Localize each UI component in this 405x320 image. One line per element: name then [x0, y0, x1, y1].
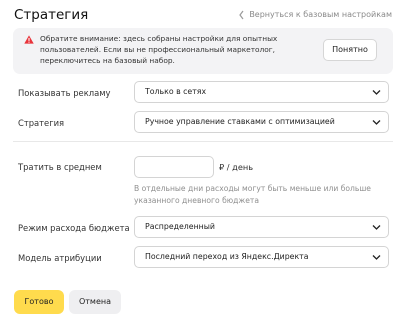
budget-hint: В отдельные дни расходы могут быть меньш… — [134, 184, 371, 205]
show-ads-label: Показывать рекламу — [18, 88, 111, 98]
chevron-down-icon — [372, 90, 381, 95]
strategy-value: Ручное управление ставками с оптимизацие… — [145, 117, 335, 126]
warning-icon — [24, 35, 34, 44]
show-ads-select[interactable]: Только в сетях — [134, 81, 389, 103]
cancel-button[interactable]: Отмена — [69, 290, 121, 314]
done-button[interactable]: Готово — [14, 290, 64, 314]
daily-budget-input[interactable] — [134, 156, 214, 178]
chevron-left-icon — [239, 10, 244, 20]
budget-mode-select[interactable]: Распределенный — [134, 216, 389, 238]
section-divider — [13, 141, 393, 142]
attribution-value: Последний переход из Яндекс.Директа — [145, 252, 309, 261]
chevron-down-icon — [372, 225, 381, 230]
back-to-basic-settings-link[interactable]: Вернуться к базовым настройкам — [238, 9, 392, 21]
chevron-down-icon — [372, 255, 381, 260]
budget-mode-value: Распределенный — [145, 222, 215, 231]
budget-mode-label: Режим расхода бюджета — [18, 223, 130, 233]
notice-dismiss-button[interactable]: Понятно — [323, 39, 377, 61]
attribution-label: Модель атрибуции — [18, 253, 102, 263]
spend-label: Тратить в среднем — [18, 162, 102, 172]
page-title: Стратегия — [14, 7, 89, 23]
attribution-select[interactable]: Последний переход из Яндекс.Директа — [134, 246, 389, 268]
notice-text: Обратите внимание: здесь собраны настрой… — [40, 34, 278, 65]
strategy-select[interactable]: Ручное управление ставками с оптимизацие… — [134, 111, 389, 133]
chevron-down-icon — [372, 120, 381, 125]
header: Стратегия Вернуться к базовым настройкам — [14, 6, 392, 24]
currency-per-day-label: ₽ / день — [219, 162, 254, 172]
back-link-label: Вернуться к базовым настройкам — [249, 10, 392, 19]
show-ads-value: Только в сетях — [145, 87, 207, 96]
strategy-label: Стратегия — [18, 118, 65, 128]
advanced-settings-notice: Обратите внимание: здесь собраны настрой… — [13, 28, 393, 74]
